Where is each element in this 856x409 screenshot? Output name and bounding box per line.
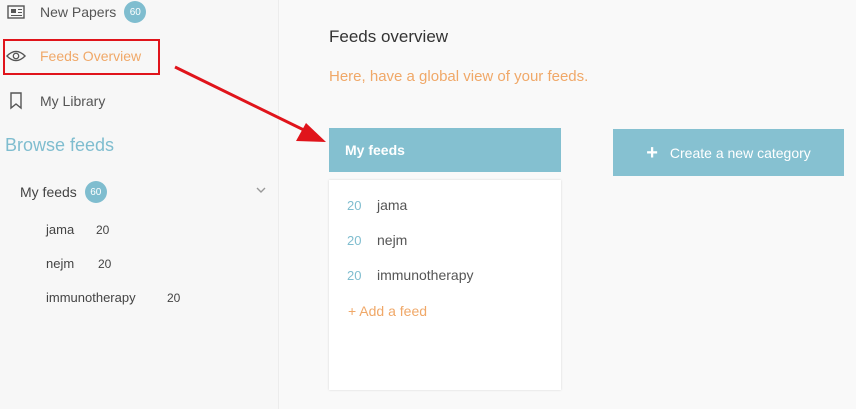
card-feed-name: jama <box>377 197 408 213</box>
feed-name: immunotherapy <box>46 290 136 305</box>
sidebar-item-my-library[interactable]: My Library <box>0 86 105 116</box>
card-feed-row-jama[interactable]: 20 jama <box>347 197 407 213</box>
page-subtitle: Here, have a global view of your feeds. <box>329 68 589 85</box>
sidebar-item-new-papers[interactable]: New Papers 60 <box>0 0 147 27</box>
annotation-highlight-box <box>3 39 160 75</box>
feed-count: 20 <box>96 222 110 237</box>
browse-feeds-heading: Browse feeds <box>5 135 115 155</box>
my-feeds-card-header: My feeds <box>329 128 561 172</box>
add-feed-link[interactable]: + Add a feed <box>348 303 427 319</box>
new-papers-count-badge: 60 <box>124 1 147 23</box>
feed-count: 20 <box>98 256 112 271</box>
sidebar-feed-jama[interactable]: jama 20 <box>46 222 109 237</box>
plus-icon: + <box>646 141 658 164</box>
feed-name: jama <box>46 222 75 237</box>
card-feed-count: 20 <box>347 197 362 213</box>
newspaper-icon <box>6 2 26 22</box>
page-title: Feeds overview <box>329 27 449 46</box>
card-feed-count: 20 <box>347 232 362 248</box>
feed-name: nejm <box>46 256 75 271</box>
chevron-down-icon[interactable] <box>254 183 268 197</box>
card-feed-row-nejm[interactable]: 20 nejm <box>347 232 407 248</box>
card-feed-count: 20 <box>347 267 362 283</box>
my-feeds-card: 20 jama 20 nejm 20 immunotherapy + Add a… <box>329 180 561 390</box>
sidebar-item-label: New Papers <box>40 4 117 20</box>
sidebar: New Papers 60 Feeds Overview My Library … <box>0 0 279 409</box>
create-category-label: Create a new category <box>669 144 811 161</box>
create-category-button[interactable]: + Create a new category <box>613 129 844 176</box>
feed-count: 20 <box>167 290 181 305</box>
card-feed-name: nejm <box>377 232 408 248</box>
sidebar-item-label: My Library <box>40 93 106 109</box>
sidebar-my-feeds[interactable]: My feeds 60 <box>20 181 107 203</box>
my-feeds-label: My feeds <box>20 184 77 200</box>
bookmark-icon <box>6 91 26 111</box>
card-feed-name: immunotherapy <box>377 267 474 283</box>
card-feed-row-immunotherapy[interactable]: 20 immunotherapy <box>347 267 474 283</box>
sidebar-feed-immunotherapy[interactable]: immunotherapy 20 <box>46 290 180 305</box>
my-feeds-count-badge: 60 <box>84 181 107 203</box>
sidebar-feed-nejm[interactable]: nejm 20 <box>46 256 111 271</box>
